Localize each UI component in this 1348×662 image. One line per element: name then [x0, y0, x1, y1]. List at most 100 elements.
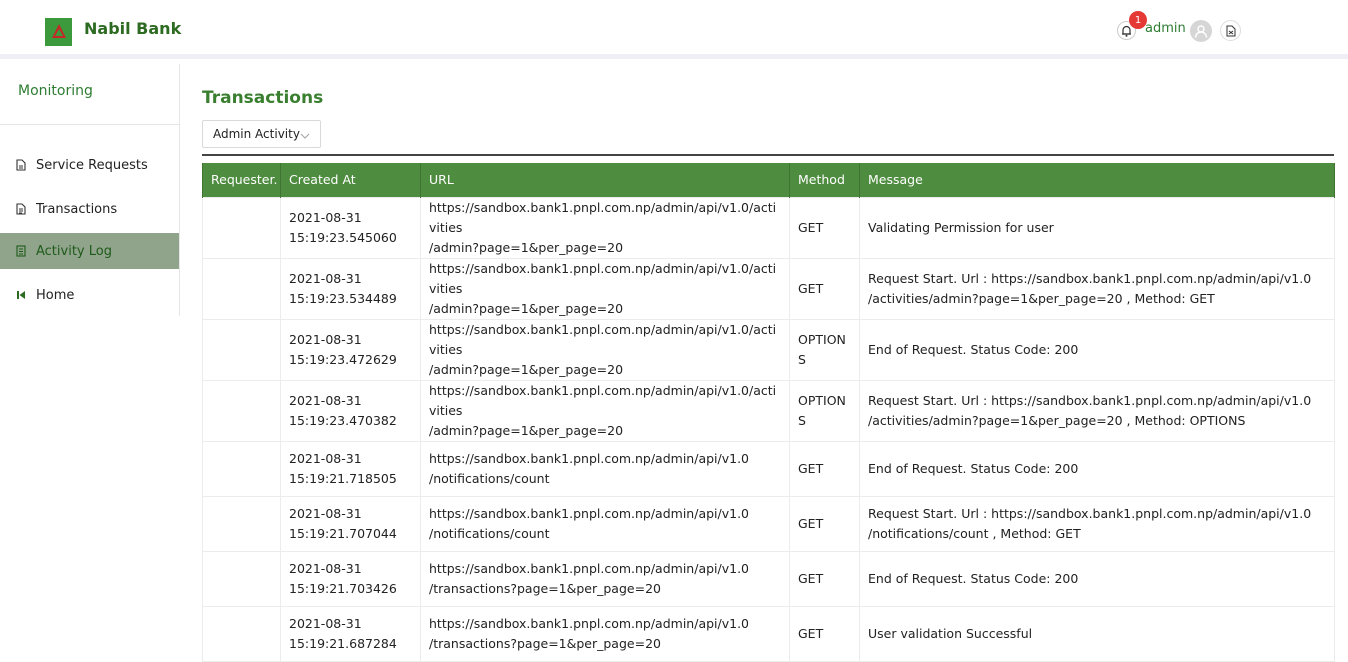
sidebar-item-home[interactable]: Home [0, 277, 179, 313]
file-icon [15, 159, 27, 171]
url-line: /notifications/count [429, 470, 550, 486]
url-line: https://sandbox.bank1.pnpl.com.np/admin/… [429, 505, 749, 521]
cell-message: Request Start. Url : https://sandbox.ban… [859, 495, 1335, 552]
cell-requester [202, 318, 281, 381]
user-name[interactable]: admin [1145, 21, 1186, 36]
cell-method: GET [789, 196, 860, 259]
table-row[interactable]: 2021-08-31 15:19:23.545060 https://sandbox… [202, 196, 1335, 259]
table-row[interactable]: 2021-08-31 15:19:21.718505 https://sandbox… [202, 440, 1335, 497]
cell-requester [202, 605, 281, 662]
cell-url: https://sandbox.bank1.pnpl.com.np/admin/… [420, 257, 790, 320]
cell-url: https://sandbox.bank1.pnpl.com.np/admin/… [420, 318, 790, 381]
user-avatar[interactable] [1190, 20, 1212, 42]
cell-method: OPTIONS [789, 379, 860, 442]
cell-created-at: 2021-08-31 15:19:21.687284 [280, 605, 421, 662]
message-line: End of Request. Status Code: 200 [868, 570, 1079, 586]
url-line: https://sandbox.bank1.pnpl.com.np/admin/… [429, 199, 777, 235]
select-value: Admin Activity [213, 127, 300, 141]
url-line: https://sandbox.bank1.pnpl.com.np/admin/… [429, 450, 749, 466]
url-line: /admin?page=1&per_page=20 [429, 361, 624, 377]
cell-message: End of Request. Status Code: 200 [859, 318, 1335, 381]
cell-created-at: 2021-08-31 15:19:23.472629 [280, 318, 421, 381]
url-line: /admin?page=1&per_page=20 [429, 239, 624, 255]
file-list-icon [15, 203, 27, 215]
cell-message: Validating Permission for user [859, 196, 1335, 259]
sidebar-divider [0, 124, 179, 125]
cell-url: https://sandbox.bank1.pnpl.com.np/admin/… [420, 605, 790, 662]
created-date: 2021-08-31 [289, 450, 362, 466]
user-icon [1194, 25, 1208, 38]
cell-url: https://sandbox.bank1.pnpl.com.np/admin/… [420, 495, 790, 552]
column-header-url[interactable]: URL [420, 163, 790, 197]
created-date: 2021-08-31 [289, 505, 362, 521]
cell-method: GET [789, 605, 860, 662]
table-row[interactable]: 2021-08-31 15:19:21.687284 https://sandbox… [202, 605, 1335, 662]
cell-method: GET [789, 257, 860, 320]
url-line: /admin?page=1&per_page=20 [429, 300, 624, 316]
table-row[interactable]: 2021-08-31 15:19:23.534489 https://sandbox… [202, 257, 1335, 320]
created-time: 15:19:21.703426 [289, 580, 397, 596]
url-line: https://sandbox.bank1.pnpl.com.np/admin/… [429, 321, 777, 357]
message-line: Request Start. Url : https://sandbox.ban… [868, 505, 1312, 521]
cell-created-at: 2021-08-31 15:19:23.545060 [280, 196, 421, 259]
created-time: 15:19:23.472629 [289, 351, 397, 367]
cell-method: GET [789, 550, 860, 607]
chevron-down-icon [300, 129, 310, 143]
message-line: Request Start. Url : https://sandbox.ban… [868, 270, 1312, 286]
activity-filter-select[interactable]: Admin Activity [202, 120, 321, 148]
cell-url: https://sandbox.bank1.pnpl.com.np/admin/… [420, 196, 790, 259]
created-date: 2021-08-31 [289, 615, 362, 631]
message-line: End of Request. Status Code: 200 [868, 460, 1079, 476]
table-row[interactable]: 2021-08-31 15:19:21.707044 https://sandbox… [202, 495, 1335, 552]
sidebar-item-label: Transactions [36, 201, 118, 217]
created-time: 15:19:21.687284 [289, 635, 397, 651]
cell-url: https://sandbox.bank1.pnpl.com.np/admin/… [420, 550, 790, 607]
log-icon [15, 245, 27, 257]
column-header-requester[interactable]: Requester. [202, 163, 281, 197]
created-date: 2021-08-31 [289, 560, 362, 576]
column-header-method[interactable]: Method [789, 163, 860, 197]
cell-method: GET [789, 495, 860, 552]
cell-method: OPTIONS [789, 318, 860, 381]
sidebar: Monitoring Service Requests Transactions… [0, 64, 180, 316]
cell-message: Request Start. Url : https://sandbox.ban… [859, 257, 1335, 320]
created-date: 2021-08-31 [289, 270, 362, 286]
sidebar-item-label: Activity Log [36, 243, 112, 259]
url-line: https://sandbox.bank1.pnpl.com.np/admin/… [429, 560, 749, 576]
sidebar-item-service-requests[interactable]: Service Requests [0, 147, 179, 183]
created-time: 15:19:23.470382 [289, 412, 397, 428]
cell-created-at: 2021-08-31 15:19:23.470382 [280, 379, 421, 442]
cell-requester [202, 495, 281, 552]
cell-method: GET [789, 440, 860, 497]
bell-icon [1122, 25, 1131, 37]
export-button[interactable] [1220, 20, 1241, 41]
created-time: 15:19:23.534489 [289, 290, 397, 306]
message-line: /activities/admin?page=1&per_page=20 , M… [868, 290, 1215, 306]
cell-requester [202, 379, 281, 442]
cell-requester [202, 196, 281, 259]
url-line: https://sandbox.bank1.pnpl.com.np/admin/… [429, 615, 749, 631]
bank-logo[interactable] [45, 18, 72, 46]
column-header-message[interactable]: Message [859, 163, 1335, 197]
url-line: /transactions?page=1&per_page=20 [429, 580, 661, 596]
cell-message: End of Request. Status Code: 200 [859, 440, 1335, 497]
sidebar-item-activity-log[interactable]: Activity Log [0, 233, 179, 269]
cell-message: Request Start. Url : https://sandbox.ban… [859, 379, 1335, 442]
brand-name[interactable]: Nabil Bank [84, 19, 181, 38]
section-divider [202, 154, 1334, 156]
sidebar-title: Monitoring [18, 83, 93, 99]
table-row[interactable]: 2021-08-31 15:19:21.703426 https://sandbox… [202, 550, 1335, 607]
column-header-created-at[interactable]: Created At [280, 163, 421, 197]
url-line: /admin?page=1&per_page=20 [429, 422, 624, 438]
cell-created-at: 2021-08-31 15:19:21.707044 [280, 495, 421, 552]
table-row[interactable]: 2021-08-31 15:19:23.470382 https://sandbox… [202, 379, 1335, 442]
cell-requester [202, 440, 281, 497]
table-row[interactable]: 2021-08-31 15:19:23.472629 https://sandbox… [202, 318, 1335, 381]
cell-created-at: 2021-08-31 15:19:23.534489 [280, 257, 421, 320]
message-line: Validating Permission for user [868, 219, 1054, 235]
message-line: Request Start. Url : https://sandbox.ban… [868, 392, 1312, 408]
sidebar-item-label: Service Requests [36, 157, 148, 173]
created-time: 15:19:21.718505 [289, 470, 397, 486]
cell-message: End of Request. Status Code: 200 [859, 550, 1335, 607]
sidebar-item-transactions[interactable]: Transactions [0, 191, 179, 227]
